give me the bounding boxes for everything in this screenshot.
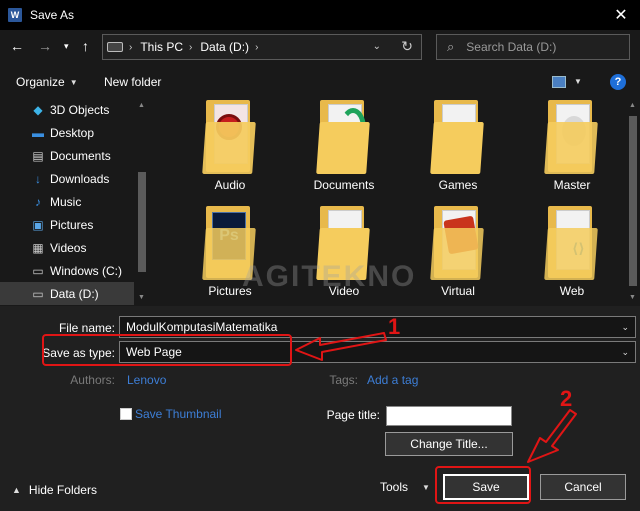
- annotation-arrow-1-icon: [295, 332, 387, 361]
- annotation-arrows: [295, 332, 577, 463]
- annotation-arrow-2-icon: [527, 409, 577, 463]
